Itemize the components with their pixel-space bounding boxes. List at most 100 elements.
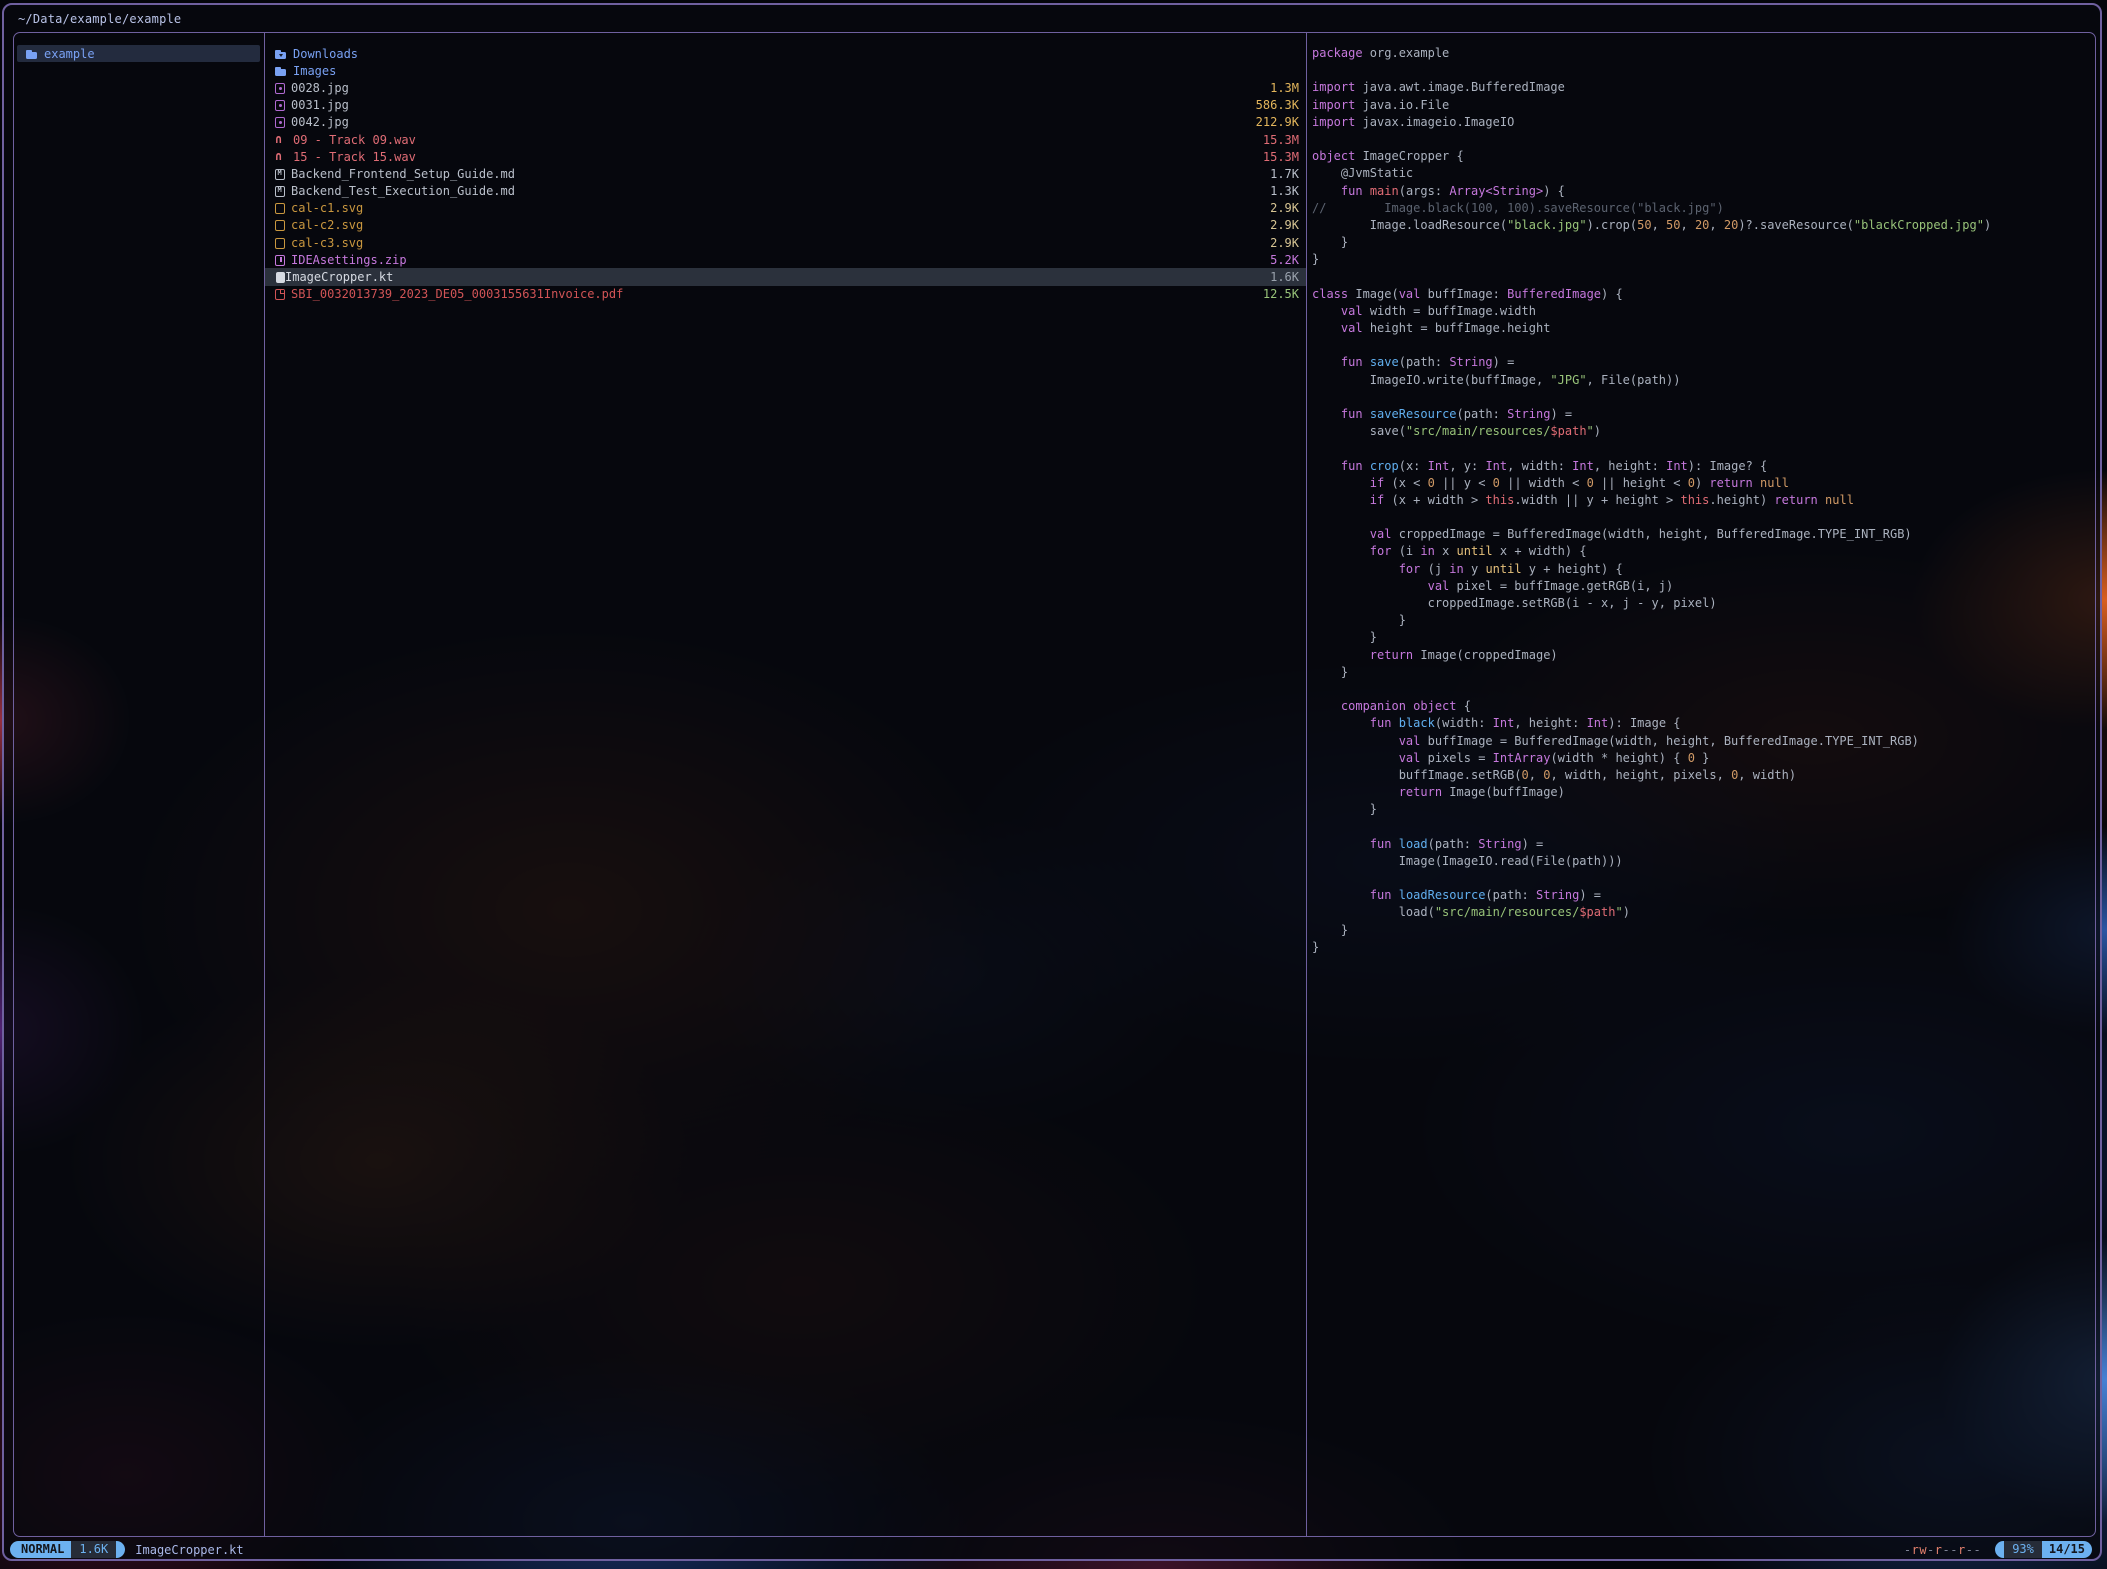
- file-row[interactable]: Images: [265, 62, 1306, 79]
- breadcrumb-path: ~/Data/example/example: [18, 12, 181, 26]
- file-size: 2.9K: [1258, 201, 1299, 215]
- code-line: fun load(path: String) =: [1312, 836, 2092, 853]
- downloads-folder-icon: [275, 48, 287, 60]
- scroll-percent: 93%: [2004, 1541, 2042, 1558]
- code-line: fun saveResource(path: String) =: [1312, 406, 2092, 423]
- code-line: [1312, 681, 2092, 698]
- file-size-badge: 1.6K: [71, 1541, 116, 1558]
- file-size: 1.6K: [1258, 270, 1299, 284]
- code-preview: package org.example import java.awt.imag…: [1312, 45, 2092, 956]
- file-name: 0028.jpg: [291, 81, 349, 95]
- code-line: for (i in x until x + width) {: [1312, 543, 2092, 560]
- file-row[interactable]: cal-c2.svg2.9K: [265, 217, 1306, 234]
- file-row[interactable]: 0028.jpg 1.3M: [265, 79, 1306, 96]
- file-list: Downloads Images 0028.jpg 1.3M 0031.jpg 586.3…: [265, 45, 1306, 303]
- code-line: Image.loadResource("black.jpg").crop(50,…: [1312, 217, 2092, 234]
- file-row[interactable]: 15 - Track 15.wav15.3M: [265, 148, 1306, 165]
- code-line: }: [1312, 939, 2092, 956]
- file-row[interactable]: IDEAsettings.zip 5.2K: [265, 251, 1306, 268]
- file-size: 1.3K: [1258, 184, 1299, 198]
- code-line: [1312, 509, 2092, 526]
- file-size: 212.9K: [1244, 115, 1299, 129]
- code-line: [1312, 440, 2092, 457]
- code-line: import java.awt.image.BufferedImage: [1312, 79, 2092, 96]
- code-line: companion object {: [1312, 698, 2092, 715]
- code-file-icon: [276, 272, 285, 283]
- desktop-wallpaper: ~/Data/example/example example Downloads…: [0, 0, 2107, 1569]
- file-name: ImageCropper.kt: [285, 270, 393, 284]
- code-line: save("src/main/resources/$path"): [1312, 423, 2092, 440]
- code-line: [1312, 268, 2092, 285]
- file-size: 12.5K: [1251, 287, 1299, 301]
- code-line: [1312, 337, 2092, 354]
- powerline-cap-right: [116, 1541, 125, 1558]
- image-icon: [275, 83, 285, 94]
- code-line: }: [1312, 234, 2092, 251]
- powerline-cap-left: [1995, 1541, 2004, 1558]
- powerline-cap-left: [10, 1541, 19, 1558]
- code-line: [1312, 870, 2092, 887]
- file-size: 5.2K: [1258, 253, 1299, 267]
- file-name: 0031.jpg: [291, 98, 349, 112]
- code-line: [1312, 131, 2092, 148]
- status-right: -rw-r--r-- 93% 14/15: [1904, 1541, 2092, 1558]
- code-line: fun save(path: String) =: [1312, 354, 2092, 371]
- code-line: import javax.imageio.ImageIO: [1312, 114, 2092, 131]
- pdf-icon: [275, 289, 285, 300]
- code-line: load("src/main/resources/$path"): [1312, 904, 2092, 921]
- vector-icon: [275, 220, 285, 231]
- file-permissions: -rw-r--r--: [1904, 1543, 1981, 1557]
- image-icon: [275, 100, 285, 111]
- file-row[interactable]: cal-c3.svg2.9K: [265, 234, 1306, 251]
- audio-icon: [275, 134, 287, 146]
- vector-icon: [275, 238, 285, 249]
- code-line: fun main(args: Array<String>) {: [1312, 183, 2092, 200]
- parent-dir-label: example: [44, 47, 95, 61]
- pane-separator-right: [1306, 33, 1307, 1536]
- file-row[interactable]: Backend_Frontend_Setup_Guide.md1.7K: [265, 165, 1306, 182]
- file-row[interactable]: cal-c1.svg 2.9K: [265, 200, 1306, 217]
- code-line: import java.io.File: [1312, 97, 2092, 114]
- code-line: return Image(buffImage): [1312, 784, 2092, 801]
- file-name: cal-c1.svg: [291, 201, 363, 215]
- file-name: Backend_Test_Execution_Guide.md: [291, 184, 515, 198]
- file-name: 15 - Track 15.wav: [293, 150, 416, 164]
- cursor-position: 14/15: [2042, 1541, 2092, 1558]
- code-line: ImageIO.write(buffImage, "JPG", File(pat…: [1312, 372, 2092, 389]
- file-name: IDEAsettings.zip: [291, 253, 407, 267]
- code-line: val buffImage = BufferedImage(width, hei…: [1312, 733, 2092, 750]
- file-row[interactable]: SBI_0032013739_2023_DE05_0003155631Invoi…: [265, 286, 1306, 303]
- file-name: Images: [293, 64, 336, 78]
- markdown-icon: [275, 186, 285, 197]
- mode-badge: NORMAL: [19, 1541, 71, 1558]
- file-name: SBI_0032013739_2023_DE05_0003155631Invoi…: [291, 287, 623, 301]
- markdown-icon: [275, 169, 285, 180]
- file-row[interactable]: 09 - Track 09.wav15.3M: [265, 131, 1306, 148]
- parent-dir-item[interactable]: example: [17, 45, 260, 62]
- code-line: package org.example: [1312, 45, 2092, 62]
- code-line: if (x < 0 || y < 0 || width < 0 || heigh…: [1312, 475, 2092, 492]
- file-row[interactable]: ImageCropper.kt 1.6K: [265, 268, 1306, 285]
- file-size: 1.3M: [1258, 81, 1299, 95]
- code-line: }: [1312, 922, 2092, 939]
- file-name: cal-c3.svg: [291, 236, 363, 250]
- code-line: val pixel = buffImage.getRGB(i, j): [1312, 578, 2092, 595]
- current-file-name: ImageCropper.kt: [135, 1543, 243, 1557]
- code-line: fun loadResource(path: String) =: [1312, 887, 2092, 904]
- file-size: 586.3K: [1244, 98, 1299, 112]
- code-line: }: [1312, 664, 2092, 681]
- code-line: val width = buffImage.width: [1312, 303, 2092, 320]
- file-size: 2.9K: [1258, 218, 1299, 232]
- file-row[interactable]: 0031.jpg 586.3K: [265, 97, 1306, 114]
- file-row[interactable]: Downloads: [265, 45, 1306, 62]
- code-line: return Image(croppedImage): [1312, 647, 2092, 664]
- code-line: }: [1312, 612, 2092, 629]
- file-row[interactable]: 0042.jpg212.9K: [265, 114, 1306, 131]
- pane-container: example Downloads Images 0028.jpg 1.3M 0031.…: [13, 32, 2096, 1537]
- code-line: }: [1312, 629, 2092, 646]
- file-size: 1.7K: [1258, 167, 1299, 181]
- file-name: 09 - Track 09.wav: [293, 133, 416, 147]
- code-line: [1312, 818, 2092, 835]
- file-row[interactable]: Backend_Test_Execution_Guide.md 1.3K: [265, 183, 1306, 200]
- image-icon: [275, 117, 285, 128]
